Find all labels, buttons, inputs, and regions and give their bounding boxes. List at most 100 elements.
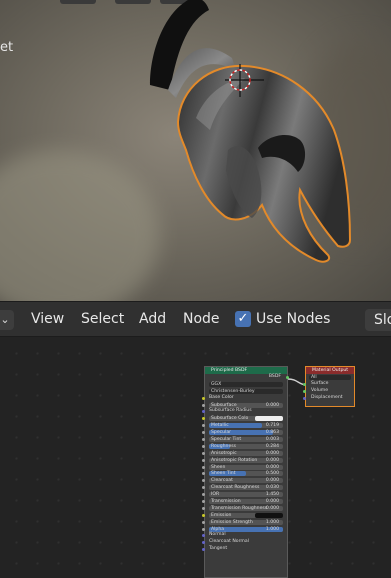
value-field[interactable]: Subsurface Colo <box>209 416 283 422</box>
distribution-select[interactable]: GGX <box>205 381 287 388</box>
bsdf-input-row[interactable]: Sheen 0.000 <box>202 464 287 471</box>
value-field[interactable]: Specular 0.863 <box>209 430 283 436</box>
socket-dot[interactable] <box>202 500 205 504</box>
menu-node[interactable]: Node <box>183 311 220 327</box>
bsdf-input-row[interactable]: IOR 1.450 <box>202 491 287 498</box>
value-field[interactable]: Alpha 1.000 <box>209 526 283 532</box>
editor-type-button[interactable]: ⌄ <box>0 310 14 330</box>
output-socket-dot[interactable] <box>286 376 289 379</box>
socket-dot[interactable] <box>202 479 205 483</box>
bsdf-input-row[interactable]: Roughness 0.284 <box>202 443 287 450</box>
socket-dot[interactable] <box>202 438 205 442</box>
use-nodes-checkbox[interactable]: ✓ <box>235 311 251 327</box>
subsurface-method-value: Christensen-Burley <box>211 388 255 394</box>
socket-label: Volume <box>311 387 329 393</box>
row-label: Subsurface Colo <box>211 416 249 422</box>
value-field[interactable]: Anisotropic Rotation 0.000 <box>209 457 283 463</box>
helmet-model[interactable] <box>0 0 391 301</box>
target-select[interactable]: All <box>306 374 354 381</box>
bsdf-input-row[interactable]: Subsurface Colo <box>202 415 287 422</box>
bsdf-input-row[interactable]: Emission Strength 1.000 <box>202 519 287 526</box>
subsurface-method-select[interactable]: Christensen-Burley <box>205 388 287 395</box>
bsdf-input-row[interactable]: Anisotropic 0.000 <box>202 450 287 457</box>
socket-dot[interactable] <box>202 403 205 407</box>
socket-dot[interactable] <box>303 389 306 393</box>
socket-dot[interactable] <box>202 431 205 435</box>
row-value: 0.000 <box>265 499 279 505</box>
row-label: Normal <box>209 532 226 538</box>
bsdf-input-row[interactable]: Transmission 0.000 <box>202 498 287 505</box>
socket-dot[interactable] <box>202 527 205 531</box>
value-field[interactable]: Emission Strength 1.000 <box>209 519 283 525</box>
3d-viewport[interactable]: et <box>0 0 391 301</box>
socket-dot[interactable] <box>202 465 205 469</box>
socket-dot[interactable] <box>202 444 205 448</box>
value-field[interactable]: Clearcoat Roughness 0.030 <box>209 485 283 491</box>
bsdf-input-row[interactable]: Transmission Roughness 0.000 <box>202 505 287 512</box>
socket-dot[interactable] <box>202 451 205 455</box>
bsdf-output-label: BSDF <box>268 374 281 379</box>
bsdf-input-row[interactable]: Base Color <box>202 394 287 402</box>
menu-add[interactable]: Add <box>139 311 166 327</box>
value-field[interactable]: Metallic 0.719 <box>209 423 283 429</box>
row-label: Clearcoat Roughness <box>211 485 260 491</box>
row-value: 1.000 <box>265 519 279 525</box>
color-swatch[interactable] <box>255 416 283 422</box>
row-value: 0.284 <box>265 443 279 449</box>
row-label: Roughness <box>211 443 237 449</box>
socket-dot[interactable] <box>202 548 205 552</box>
material-output-node[interactable]: Material Output All Surface Volume Displ… <box>303 366 355 407</box>
bsdf-input-row[interactable]: Emission <box>202 512 287 519</box>
row-label: Subsurface <box>211 402 237 408</box>
node-title[interactable]: Principled BSDF <box>205 367 287 374</box>
bsdf-input-row[interactable]: Metallic 0.719 <box>202 422 287 429</box>
socket-dot[interactable] <box>202 396 205 400</box>
socket-dot[interactable] <box>202 506 205 510</box>
menu-view[interactable]: View <box>31 311 64 327</box>
node-title[interactable]: Material Output <box>306 367 354 374</box>
socket-dot[interactable] <box>303 382 306 386</box>
bsdf-input-row[interactable]: Clearcoat 0.000 <box>202 477 287 484</box>
bsdf-input-row[interactable]: Specular Tint 0.003 <box>202 436 287 443</box>
bsdf-input-row[interactable]: Clearcoat Roughness 0.030 <box>202 484 287 491</box>
socket-dot[interactable] <box>303 396 306 400</box>
socket-dot[interactable] <box>202 458 205 462</box>
socket-dot[interactable] <box>202 520 205 524</box>
value-field[interactable]: IOR 1.450 <box>209 492 283 498</box>
socket-dot[interactable] <box>202 513 205 517</box>
value-field[interactable]: Anisotropic 0.000 <box>209 450 283 456</box>
row-value: 0.000 <box>265 478 279 484</box>
socket-dot[interactable] <box>202 493 205 497</box>
input-socket: Displacement <box>303 395 354 402</box>
use-nodes-label[interactable]: Use Nodes <box>256 311 330 327</box>
menu-select[interactable]: Select <box>81 311 124 327</box>
value-field[interactable]: Emission <box>209 512 283 518</box>
value-field[interactable]: Roughness 0.284 <box>209 443 283 449</box>
value-field[interactable]: Clearcoat 0.000 <box>209 478 283 484</box>
bsdf-input-row[interactable]: Sheen Tint 0.500 <box>202 470 287 477</box>
row-label: Base Color <box>209 394 234 400</box>
socket-dot[interactable] <box>202 424 205 428</box>
helmet-body <box>176 64 352 263</box>
value-field[interactable]: Transmission Roughness 0.000 <box>209 505 283 511</box>
socket-dot[interactable] <box>202 486 205 490</box>
principled-bsdf-node[interactable]: Principled BSDF BSDF GGX Christensen-Bur… <box>202 366 289 578</box>
bsdf-input-row[interactable]: Subsurface Radius <box>202 408 287 415</box>
row-label: Clearcoat Normal <box>209 539 249 545</box>
bsdf-input-row[interactable]: Anisotropic Rotation 0.000 <box>202 457 287 464</box>
bsdf-input-row[interactable]: Tangent <box>202 546 287 553</box>
bsdf-input-row[interactable]: Specular 0.863 <box>202 429 287 436</box>
value-field[interactable]: Specular Tint 0.003 <box>209 437 283 443</box>
row-label: Tangent <box>209 546 228 552</box>
color-swatch[interactable] <box>255 512 283 518</box>
node-output-socket: BSDF <box>205 374 289 381</box>
value-field[interactable]: Sheen 0.000 <box>209 464 283 470</box>
socket-dot[interactable] <box>202 417 205 421</box>
chevron-down-icon: ⌄ <box>0 313 10 326</box>
value-field[interactable]: Sheen Tint 0.500 <box>209 471 283 477</box>
socket-dot[interactable] <box>202 541 205 545</box>
value-field[interactable]: Transmission 0.000 <box>209 499 283 505</box>
slot-dropdown[interactable]: Slo <box>365 309 391 331</box>
value-field[interactable]: Subsurface 0.000 <box>209 402 283 408</box>
row-label: Specular <box>211 430 232 436</box>
